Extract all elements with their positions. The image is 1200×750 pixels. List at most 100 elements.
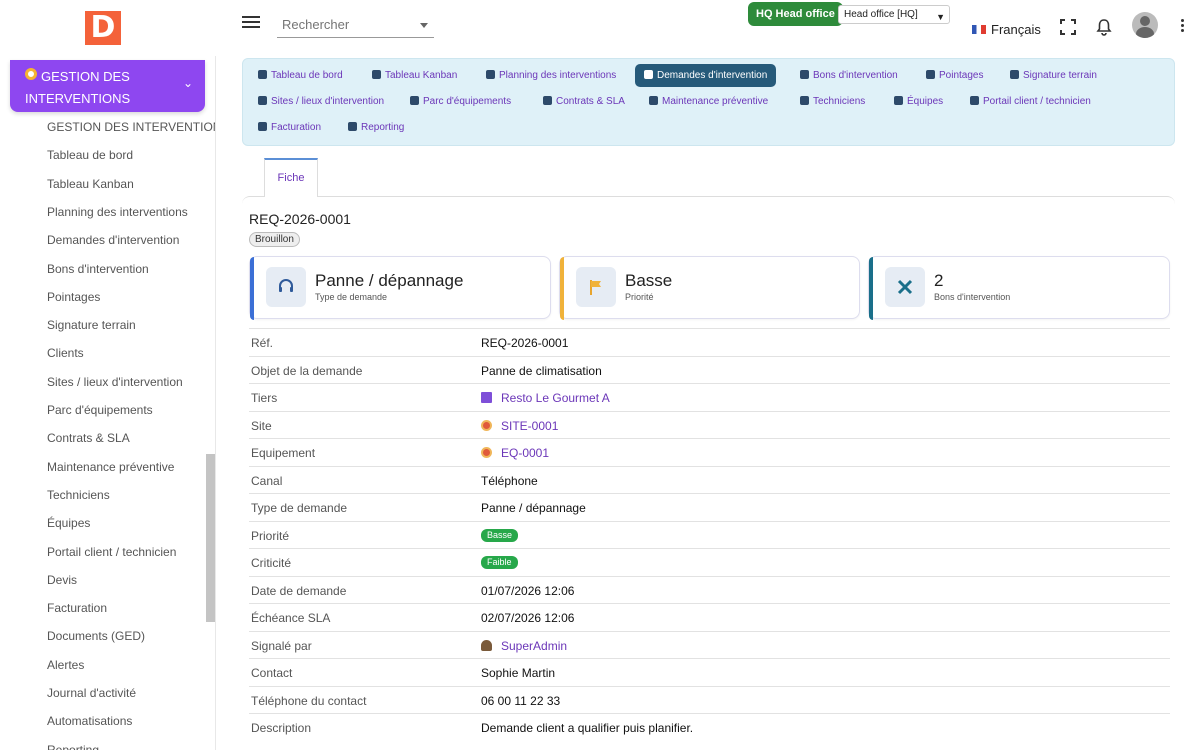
search-input[interactable] xyxy=(277,12,417,36)
sidebar-item[interactable]: Techniciens xyxy=(47,488,110,502)
search-field[interactable] xyxy=(277,12,434,38)
language-selector[interactable]: Français xyxy=(972,22,1041,37)
kpi-label: Bons d'intervention xyxy=(934,292,1011,302)
detail-row: Type de demande Panne / dépannage xyxy=(249,493,1170,520)
field-link-text: SITE-0001 xyxy=(501,418,559,433)
detail-row: Téléphone du contact 06 00 11 22 33 xyxy=(249,685,1170,713)
tab-menu-item[interactable]: Contrats & SLA xyxy=(543,92,625,112)
entity-select[interactable]: Head office [HQ] ▼ xyxy=(838,5,950,24)
sidebar-item[interactable]: Contrats & SLA xyxy=(47,431,130,445)
tab-menu-label: Tableau Kanban xyxy=(385,70,458,81)
sidebar-item[interactable]: Journal d'activité xyxy=(47,686,136,700)
tab-menu-label: Parc d'équipements xyxy=(423,96,512,107)
sidebar-item[interactable]: Parc d'équipements xyxy=(47,403,153,417)
field-label: Criticité xyxy=(251,556,292,570)
flag-icon xyxy=(590,280,601,295)
field-link[interactable]: SuperAdmin xyxy=(481,639,567,653)
tab-menu-item[interactable]: Portail client / technicien xyxy=(970,92,1091,112)
sidebar-item[interactable]: Documents (GED) xyxy=(47,629,145,643)
tab-menu-item[interactable]: Pointages xyxy=(926,66,983,86)
field-label: Échéance SLA xyxy=(251,611,331,625)
tab-menu-item[interactable]: Parc d'équipements xyxy=(410,92,511,112)
sidebar-item[interactable]: Tableau Kanban xyxy=(47,177,134,191)
detail-row: Equipement EQ-0001 xyxy=(249,438,1170,465)
chevron-down-icon: ⌄ xyxy=(182,76,193,90)
tab-menu-item[interactable]: Techniciens xyxy=(800,92,865,112)
headset-icon xyxy=(644,70,653,79)
detail-row: Objet de la demande Panne de climatisatio… xyxy=(249,355,1170,383)
tab-menu-item[interactable]: Tableau de bord xyxy=(258,66,343,86)
sidebar-item[interactable]: Automatisations xyxy=(47,714,132,728)
search-dropdown-icon[interactable] xyxy=(420,23,428,28)
users-icon xyxy=(894,96,903,105)
field-label: Priorité xyxy=(251,528,290,543)
menu-toggle-icon[interactable] xyxy=(242,16,260,30)
field-value: Demande client a qualifier puis planifie… xyxy=(481,721,694,735)
sidebar-item[interactable]: Planning des interventions xyxy=(47,205,188,219)
field-link[interactable]: Resto Le Gourmet A xyxy=(481,391,610,405)
kpi-card-work-orders: 2 Bons d'intervention xyxy=(868,256,1170,320)
field-link[interactable]: EQ-0001 xyxy=(481,446,549,460)
tab-menu-item[interactable]: Équipes xyxy=(894,92,943,112)
tab-menu-label: Équipes xyxy=(907,96,944,107)
sidebar-item[interactable]: Demandes d'intervention xyxy=(47,233,179,247)
tab-menu-item[interactable]: Planning des interventions xyxy=(486,66,616,86)
app-logo[interactable]: D xyxy=(85,11,121,45)
dashboard-icon xyxy=(258,70,267,79)
french-flag-icon xyxy=(972,25,986,34)
tab-menu-item[interactable]: Reporting xyxy=(348,118,404,138)
tab-menu-item[interactable]: Facturation xyxy=(258,118,321,138)
entity-badge[interactable]: HQ Head office xyxy=(748,2,843,26)
field-label: Signalé par xyxy=(251,638,312,653)
detail-row: Date de demande 01/07/2026 12:06 xyxy=(249,575,1170,603)
field-label: Equipement xyxy=(251,446,316,460)
sidebar-module-header[interactable]: GESTION DES INTERVENTIONS ⌄ xyxy=(10,60,205,112)
sidebar-item[interactable]: Pointages xyxy=(47,290,100,304)
tab-menu-item[interactable]: Signature terrain xyxy=(1010,66,1097,86)
sidebar-item[interactable]: Clients xyxy=(47,346,84,360)
sidebar-item[interactable]: Alertes xyxy=(47,658,84,672)
sidebar-item[interactable]: Équipes xyxy=(47,516,90,530)
sidebar-item[interactable]: Sites / lieux d'intervention xyxy=(47,375,183,389)
sidebar-item[interactable]: Devis xyxy=(47,573,77,587)
tab-menu-item[interactable]: Maintenance préventive xyxy=(649,92,768,112)
field-link-text: EQ-0001 xyxy=(501,446,550,460)
tools-icon xyxy=(800,70,809,79)
sidebar-item[interactable]: Tableau de bord xyxy=(47,148,133,162)
sidebar-item[interactable]: GESTION DES INTERVENTIONS xyxy=(47,120,215,134)
site-icon xyxy=(481,419,492,431)
field-link[interactable]: SITE-0001 xyxy=(481,419,558,433)
more-options-icon[interactable] xyxy=(1181,19,1185,33)
invoice-icon xyxy=(258,122,267,131)
sidebar-scrollbar[interactable] xyxy=(206,454,215,622)
detail-row: Échéance SLA 02/07/2026 12:06 xyxy=(249,603,1170,630)
sidebar-item[interactable]: Reporting xyxy=(47,743,99,750)
fullscreen-icon[interactable] xyxy=(1059,18,1077,36)
field-value: Téléphone xyxy=(481,473,538,488)
sidebar-item[interactable]: Maintenance préventive xyxy=(47,460,174,474)
tab-menu-item[interactable]: Demandes d'intervention xyxy=(635,64,777,87)
detail-row: Canal Téléphone xyxy=(249,465,1170,493)
sidebar-item[interactable]: Portail client / technicien xyxy=(47,545,176,559)
tab-menu-item[interactable]: Tableau Kanban xyxy=(372,66,457,86)
sidebar-item[interactable]: Bons d'intervention xyxy=(47,262,149,276)
field-label: Description xyxy=(251,721,312,735)
user-avatar[interactable] xyxy=(1132,12,1158,38)
language-label: Français xyxy=(991,22,1041,37)
tab-menu-label: Reporting xyxy=(361,122,405,133)
tab-fiche[interactable]: Fiche xyxy=(264,158,318,197)
sidebar: GESTION DES INTERVENTIONS ⌄ GESTION DES … xyxy=(0,56,216,750)
tab-menu-label: Demandes d'intervention xyxy=(657,70,768,81)
tab-menu-item[interactable]: Sites / lieux d'intervention xyxy=(258,92,384,112)
calendar-check-icon xyxy=(649,96,658,105)
tab-menu-label: Pointages xyxy=(939,70,984,81)
tab-menu-label: Techniciens xyxy=(813,96,866,107)
tab-menu-label: Portail client / technicien xyxy=(983,96,1091,107)
sidebar-item[interactable]: Facturation xyxy=(47,601,107,615)
bell-icon[interactable] xyxy=(1095,18,1113,36)
field-value: Panne de climatisation xyxy=(481,363,602,378)
record-title: REQ-2026-0001 xyxy=(249,211,351,227)
sidebar-item[interactable]: Signature terrain xyxy=(47,318,136,332)
tab-menu-item[interactable]: Bons d'intervention xyxy=(800,66,898,86)
map-pin-icon xyxy=(258,96,267,105)
